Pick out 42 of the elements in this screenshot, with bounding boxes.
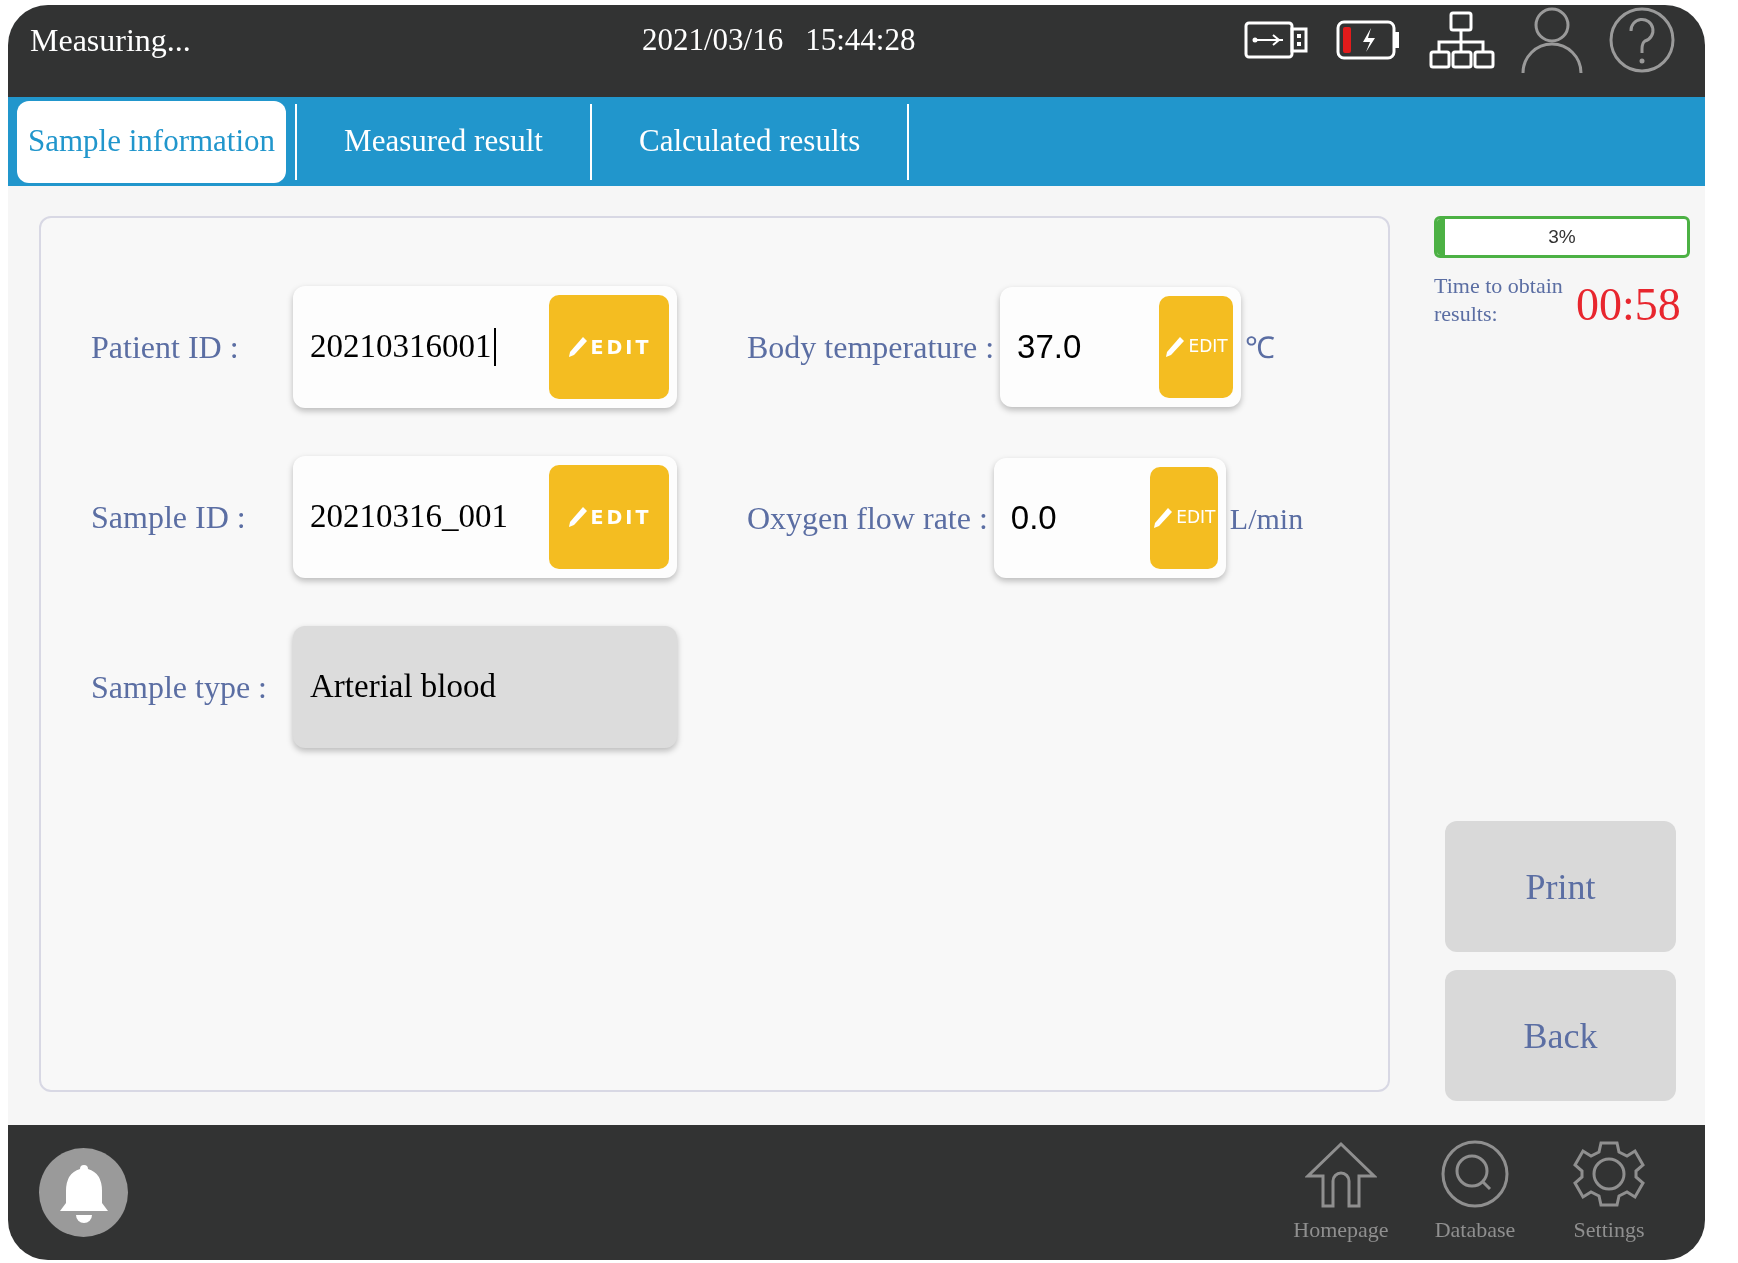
field-label: Oxygen flow rate : xyxy=(747,499,988,538)
sample-type-field: Arterial blood xyxy=(293,626,677,748)
unit-label: ℃ xyxy=(1245,329,1276,366)
tab[interactable]: Measured result xyxy=(306,100,581,183)
settings-icon xyxy=(1573,1139,1645,1209)
nav-button[interactable]: Homepage xyxy=(1289,1141,1393,1246)
progress-reading: 3% xyxy=(1547,224,1577,249)
home-icon xyxy=(1305,1141,1377,1209)
input-field[interactable]: 0.0 EDIT xyxy=(993,458,1226,578)
field-label: Sample type : xyxy=(91,668,268,707)
field-value: 20210316_001 xyxy=(310,497,509,537)
nav-button[interactable]: Settings xyxy=(1557,1139,1661,1246)
bell-icon xyxy=(57,1162,110,1223)
field-label: Patient ID : xyxy=(91,328,240,367)
user-icon[interactable] xyxy=(1521,7,1583,73)
pencil-icon xyxy=(1152,506,1175,530)
field-label: Sample ID : xyxy=(91,498,247,537)
pencil-icon xyxy=(1164,335,1187,359)
tab[interactable]: Calculated results xyxy=(600,100,899,183)
field-value: 20210316001 xyxy=(310,322,549,372)
action-button[interactable]: Print xyxy=(1445,821,1676,952)
network-icon xyxy=(1429,10,1495,70)
pencil-icon xyxy=(566,335,589,359)
field-value: 0.0 xyxy=(1010,498,1058,539)
unit-label: L/min xyxy=(1229,500,1304,537)
input-field[interactable]: 20210316_001 EDIT xyxy=(293,456,677,578)
field-value: 37.0 xyxy=(1017,327,1083,368)
search-icon xyxy=(1440,1139,1510,1209)
input-field[interactable]: 20210316001 EDIT xyxy=(293,286,677,408)
help-icon[interactable] xyxy=(1609,7,1675,73)
field-label: Body temperature : xyxy=(747,328,995,367)
tab[interactable]: Sample information xyxy=(17,100,287,183)
status-title: Measuring... xyxy=(30,21,192,60)
time-text: 15:44:28 xyxy=(805,20,916,59)
action-button[interactable]: Back xyxy=(1445,970,1676,1101)
input-field[interactable]: 37.0 EDIT xyxy=(1000,287,1242,407)
timer-label: Time to obtain results: xyxy=(1434,272,1564,328)
pencil-icon xyxy=(566,505,589,529)
nav-button[interactable]: Database xyxy=(1423,1139,1527,1246)
usb-drive-icon xyxy=(1243,19,1309,61)
date-text: 2021/03/16 xyxy=(642,20,784,59)
countdown-timer: 00:58 xyxy=(1576,282,1681,328)
